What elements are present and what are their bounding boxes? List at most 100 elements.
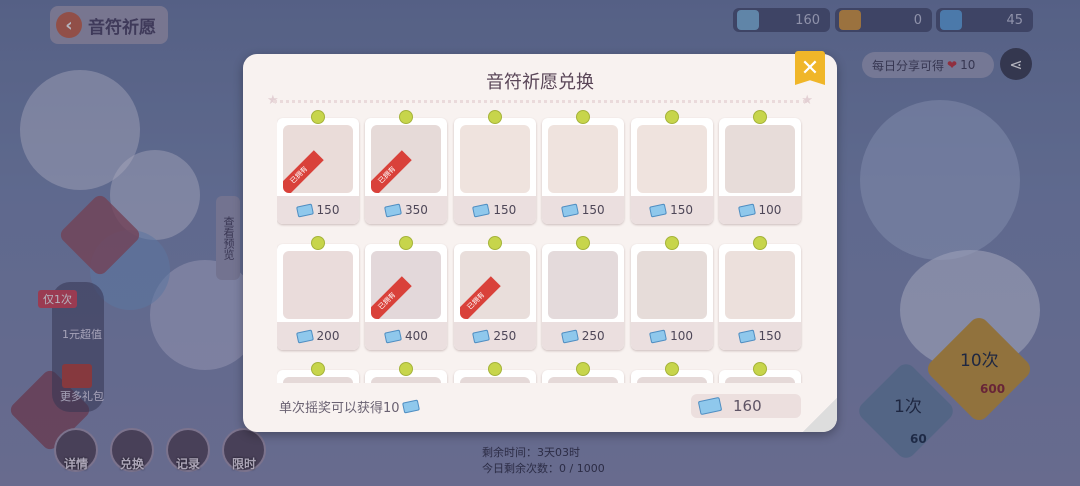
exchange-item-card[interactable]: 已拥有 150 xyxy=(277,110,359,224)
item-price-value: 400 xyxy=(404,329,428,343)
exchange-item-card[interactable]: 150 xyxy=(542,110,625,224)
ticket-icon xyxy=(560,328,579,344)
ticket-icon xyxy=(697,396,723,416)
hidden-item-18 xyxy=(724,377,795,383)
ticket-balance-value: 160 xyxy=(733,397,762,415)
exchange-item-card[interactable]: 已拥有 350 xyxy=(365,110,448,224)
item-price-value: 250 xyxy=(493,329,517,343)
ticket-icon xyxy=(649,202,668,218)
item-frame: 100 xyxy=(718,118,801,224)
ticket-icon xyxy=(383,202,402,218)
item-price: 250 xyxy=(453,322,536,350)
pompompurin-face-item xyxy=(636,125,707,193)
item-price: 200 xyxy=(277,322,359,350)
pin-icon xyxy=(752,362,767,376)
item-price-value: 250 xyxy=(581,329,605,343)
pin-icon xyxy=(311,110,325,124)
item-frame: 150 xyxy=(453,118,536,224)
star-icon: ★ xyxy=(801,93,813,108)
exchange-item-card[interactable] xyxy=(277,362,359,383)
item-price-value: 350 xyxy=(404,203,428,217)
pin-icon xyxy=(487,236,502,250)
exchange-item-card[interactable] xyxy=(542,362,625,383)
ticket-icon xyxy=(383,328,402,344)
item-price-value: 150 xyxy=(581,203,605,217)
item-price: 350 xyxy=(365,196,448,224)
sneakers-item xyxy=(636,251,707,319)
item-price: 100 xyxy=(630,322,713,350)
item-price-value: 150 xyxy=(316,203,340,217)
blush-face-item xyxy=(548,125,619,193)
exchange-item-card[interactable]: 已拥有 400 xyxy=(365,236,448,350)
item-frame: 已拥有 350 xyxy=(365,118,448,224)
pin-icon xyxy=(752,236,767,250)
item-price: 150 xyxy=(718,322,801,350)
footer-note-text: 单次摇奖可以获得10 xyxy=(279,401,400,416)
exchange-item-card[interactable]: 100 xyxy=(718,110,801,224)
title-divider xyxy=(273,100,807,103)
item-frame: 150 xyxy=(542,118,625,224)
exchange-item-card[interactable]: 100 xyxy=(630,236,713,350)
footer-note: 单次摇奖可以获得10 xyxy=(279,397,420,416)
ticket-icon xyxy=(560,202,579,218)
ticket-icon xyxy=(295,328,314,344)
item-frame: 100 xyxy=(630,244,713,350)
exchange-item-card[interactable] xyxy=(365,362,448,383)
ticket-balance: 160 xyxy=(691,394,801,418)
item-frame: 已拥有 150 xyxy=(277,118,359,224)
item-price: 100 xyxy=(718,196,801,224)
modal-title: 音符祈愿兑换 xyxy=(486,72,594,93)
item-price-value: 150 xyxy=(670,203,694,217)
pin-icon xyxy=(487,110,502,124)
ticket-icon xyxy=(401,399,420,414)
item-frame: 已拥有 400 xyxy=(365,244,448,350)
item-price-value: 150 xyxy=(758,329,782,343)
exchange-item-card[interactable] xyxy=(630,362,713,383)
cinnamoroll-hat-item: 已拥有 xyxy=(283,125,353,193)
item-grid: 已拥有 150 已拥有 350 150 150 150 100 200 已拥有 400 已拥有 250 2… xyxy=(277,110,807,383)
item-price: 150 xyxy=(277,196,359,224)
exchange-item-card[interactable] xyxy=(718,362,801,383)
bunny-bag-item xyxy=(724,251,795,319)
exchange-item-card[interactable]: 200 xyxy=(277,236,359,350)
hidden-item-17 xyxy=(636,377,707,383)
owned-ribbon: 已拥有 xyxy=(371,276,413,319)
pin-icon xyxy=(311,362,325,376)
pin-icon xyxy=(664,362,679,376)
pin-icon xyxy=(664,110,679,124)
ticket-icon xyxy=(295,202,314,218)
item-price: 400 xyxy=(365,322,448,350)
ticket-icon xyxy=(737,202,756,218)
item-price-value: 150 xyxy=(493,203,517,217)
owned-ribbon: 已拥有 xyxy=(459,276,501,319)
hidden-item-13 xyxy=(283,377,353,383)
exchange-item-card[interactable]: 150 xyxy=(630,110,713,224)
item-price: 150 xyxy=(542,196,625,224)
blue-wig-item: 已拥有 xyxy=(371,125,442,193)
close-icon: ✕ xyxy=(800,55,820,81)
item-frame: 150 xyxy=(718,244,801,350)
item-price: 250 xyxy=(542,322,625,350)
ticket-icon xyxy=(472,328,491,344)
exchange-item-card[interactable]: 150 xyxy=(718,236,801,350)
exchange-item-card[interactable]: 已拥有 250 xyxy=(453,236,536,350)
blue-eyes-face-item xyxy=(459,125,530,193)
item-frame: 250 xyxy=(542,244,625,350)
close-button[interactable]: ✕ xyxy=(795,51,825,85)
ticket-icon xyxy=(737,328,756,344)
page-corner-fold xyxy=(803,398,837,432)
exchange-item-card[interactable]: 150 xyxy=(453,110,536,224)
exchange-item-card[interactable] xyxy=(453,362,536,383)
item-price-value: 100 xyxy=(758,203,782,217)
item-price: 150 xyxy=(453,196,536,224)
ticket-icon xyxy=(472,202,491,218)
item-price-value: 200 xyxy=(316,329,340,343)
item-grid-viewport[interactable]: 已拥有 150 已拥有 350 150 150 150 100 200 已拥有 400 已拥有 250 2… xyxy=(277,110,807,383)
owned-ribbon: 已拥有 xyxy=(371,150,413,193)
pin-icon xyxy=(487,362,502,376)
exchange-item-card[interactable]: 250 xyxy=(542,236,625,350)
item-price-value: 100 xyxy=(670,329,694,343)
hidden-item-15 xyxy=(459,377,530,383)
cinnamoroll-plush-item xyxy=(548,251,619,319)
hidden-item-16 xyxy=(548,377,619,383)
